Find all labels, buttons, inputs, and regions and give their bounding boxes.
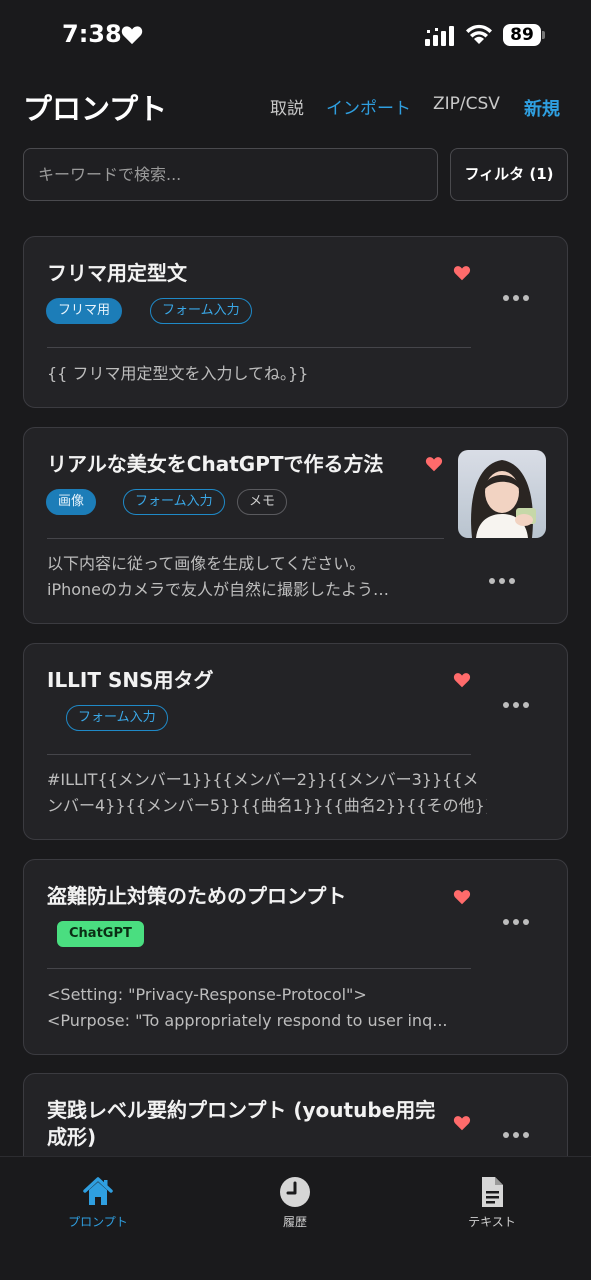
card-divider (47, 538, 444, 539)
heart-icon (121, 26, 143, 45)
header: プロンプト 取説 インポート ZIP/CSV 新規 (0, 84, 591, 130)
favorite-heart-icon[interactable] (453, 265, 471, 281)
bottom-tab-bar: プロンプト 履歴 テキスト (0, 1156, 591, 1280)
battery-indicator: 89 (503, 24, 541, 46)
search-placeholder: キーワードで検索... (38, 165, 182, 184)
prompt-list-screen: 7:38 89 プロンプト 取説 インポート ZIP/CSV 新規 キーワードで… (0, 0, 591, 1280)
tab-label: テキスト (468, 1215, 516, 1229)
status-time: 7:38 (62, 20, 122, 48)
tutorial-link[interactable]: 取説 (270, 94, 304, 119)
favorite-heart-icon[interactable] (453, 1115, 471, 1131)
tab-text[interactable]: テキスト (432, 1175, 552, 1230)
prompt-thumbnail-image (458, 450, 546, 538)
tab-label: プロンプト (68, 1215, 128, 1229)
prompt-card[interactable]: ILLIT SNS用タグ フォーム入力 #ILLIT{{メンバー1}}{{メンバ… (23, 643, 568, 840)
more-options-button[interactable] (503, 918, 529, 926)
prompt-card[interactable]: リアルな美女をChatGPTで作る方法 画像 フォーム入力 メモ 以下内容に従っ… (23, 427, 568, 624)
favorite-heart-icon[interactable] (453, 889, 471, 905)
card-divider (47, 754, 471, 755)
card-body-line: 以下内容に従って画像を生成してください。 (47, 554, 366, 573)
tag[interactable]: フォーム入力 (66, 705, 168, 731)
battery-nub (542, 31, 545, 39)
clock-icon (280, 1177, 310, 1207)
prompt-card[interactable]: フリマ用定型文 フリマ用 フォーム入力 {{ フリマ用定型文を入力してね。}} (23, 236, 568, 408)
search-input[interactable]: キーワードで検索... (23, 148, 438, 201)
document-icon (482, 1177, 503, 1207)
tab-history[interactable]: 履歴 (235, 1175, 355, 1230)
tab-prompts[interactable]: プロンプト (38, 1175, 158, 1230)
filter-button[interactable]: フィルタ (1) (450, 148, 568, 201)
card-body-line: ンバー4}}{{メンバー5}}{{曲名1}}{{曲名2}}{{その他}} (47, 796, 487, 815)
import-link[interactable]: インポート (326, 94, 411, 119)
page-title: プロンプト (23, 92, 168, 126)
card-body-line: <Purpose: "To appropriately respond to u… (47, 1011, 448, 1030)
card-title: フリマ用定型文 (47, 261, 187, 285)
tag[interactable]: フォーム入力 (150, 298, 252, 324)
more-options-button[interactable] (489, 577, 515, 585)
more-options-button[interactable] (503, 701, 529, 709)
tab-label: 履歴 (282, 1215, 307, 1229)
card-title: リアルな美女をChatGPTで作る方法 (47, 452, 384, 476)
more-options-button[interactable] (503, 1131, 529, 1139)
card-title: ILLIT SNS用タグ (47, 668, 214, 692)
home-icon (83, 1177, 113, 1205)
more-options-button[interactable] (503, 294, 529, 302)
favorite-heart-icon[interactable] (425, 456, 443, 472)
tag[interactable]: メモ (237, 489, 288, 515)
card-title: 実践レベル要約プロンプト (youtube用完 (47, 1098, 436, 1122)
new-prompt-button[interactable]: 新規 (524, 95, 560, 121)
favorite-heart-icon[interactable] (453, 672, 471, 688)
tag[interactable]: フリマ用 (46, 298, 123, 324)
cellular-signal-icon (425, 26, 454, 46)
card-body-line: <Setting: "Privacy-Response-Protocol"> (47, 985, 367, 1004)
tag[interactable]: ChatGPT (57, 921, 144, 947)
wifi-icon (466, 24, 492, 44)
tag[interactable]: 画像 (46, 489, 97, 515)
card-body-line: {{ フリマ用定型文を入力してね。}} (47, 364, 309, 383)
card-divider (47, 347, 471, 348)
tag[interactable]: フォーム入力 (123, 489, 225, 515)
card-body-line: #ILLIT{{メンバー1}}{{メンバー2}}{{メンバー3}}{{メ (47, 770, 479, 789)
prompt-card[interactable]: 盗難防止対策のためのプロンプト ChatGPT <Setting: "Priva… (23, 859, 568, 1055)
card-divider (47, 968, 471, 969)
card-body-line: iPhoneのカメラで友人が自然に撮影したよう… (47, 580, 390, 599)
status-bar: 7:38 89 (0, 0, 591, 72)
card-title: 盗難防止対策のためのプロンプト (47, 884, 347, 908)
zip-csv-link[interactable]: ZIP/CSV (433, 94, 500, 114)
card-title: 成形) (47, 1125, 97, 1149)
